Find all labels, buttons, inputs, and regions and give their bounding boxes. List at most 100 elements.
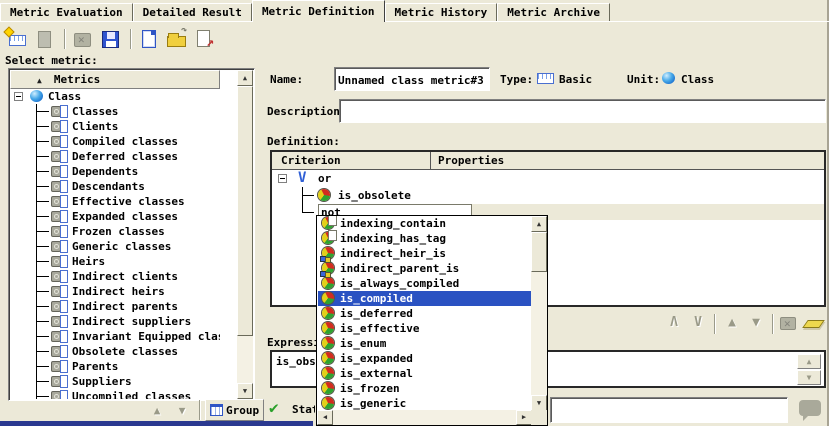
tree-item[interactable]: Effective classes: [10, 194, 220, 209]
tree-item[interactable]: Indirect clients: [10, 269, 220, 284]
move-metric-down-button: ▼: [171, 401, 193, 421]
tree-item[interactable]: Expanded classes: [10, 209, 220, 224]
scroll-right-icon[interactable]: ▶: [516, 410, 532, 425]
definition-label: Definition:: [267, 135, 340, 148]
dropdown-item[interactable]: is_deferred: [318, 306, 532, 321]
dropdown-vertical-scrollbar[interactable]: ▲ ▼: [531, 216, 547, 411]
collapse-icon[interactable]: [278, 174, 287, 183]
tree-item[interactable]: Heirs: [10, 254, 220, 269]
scroll-down-icon[interactable]: ▼: [237, 383, 253, 399]
tree-connector: [302, 187, 314, 204]
dropdown-item[interactable]: is_effective: [318, 321, 532, 336]
dropdown-item[interactable]: is_always_compiled: [318, 276, 532, 291]
tree-connector: [36, 344, 49, 359]
type-label: Type:: [500, 73, 533, 86]
new-metric-icon[interactable]: [4, 27, 30, 51]
properties-column-header[interactable]: Properties: [438, 154, 504, 167]
scroll-up-icon[interactable]: ▲: [237, 70, 253, 86]
window-bottom-border: [0, 421, 313, 426]
scroll-down-icon[interactable]: ▼: [531, 395, 547, 411]
description-input[interactable]: [340, 100, 825, 122]
tree-column-header[interactable]: ▲Metrics: [10, 70, 220, 89]
locked-metric-icon: [51, 150, 68, 163]
status-label: Status: [292, 403, 315, 416]
open-metric-file-icon[interactable]: [164, 27, 190, 51]
eraser-icon[interactable]: [802, 313, 826, 335]
scroll-up-icon[interactable]: ▲: [531, 216, 547, 232]
criterion-row-or[interactable]: V or: [272, 170, 824, 187]
criterion-list: indexing_contain indexing_has_tag indire…: [318, 216, 532, 411]
criterion-pie-icon: [322, 337, 335, 350]
scroll-left-icon[interactable]: ◀: [317, 410, 333, 425]
locked-metric-icon: [51, 285, 68, 298]
tree-root-class[interactable]: Class: [10, 89, 220, 104]
tree-connector: [36, 134, 49, 149]
criterion-column-header[interactable]: Criterion: [281, 154, 341, 167]
locked-metric-icon: [51, 270, 68, 283]
metric-name-input[interactable]: [335, 68, 489, 90]
scrollbar-thumb[interactable]: [531, 232, 547, 272]
tree-items: Classes Clients Compiled classes: [10, 104, 220, 399]
dropdown-item[interactable]: is_enum: [318, 336, 532, 351]
tree-item[interactable]: Parents: [10, 359, 220, 374]
tab[interactable]: Metric Evaluation: [0, 3, 133, 22]
tree-connector: [36, 329, 49, 344]
tree-item[interactable]: Generic classes: [10, 239, 220, 254]
locked-metric-icon: [51, 315, 68, 328]
tab[interactable]: Metric Archive: [497, 3, 610, 22]
new-metric-file-icon[interactable]: [136, 27, 162, 51]
save-metric-icon[interactable]: [98, 27, 124, 51]
class-unit-icon: [30, 90, 43, 102]
export-metric-icon[interactable]: [192, 27, 218, 51]
tree-item[interactable]: Classes: [10, 104, 220, 119]
tree-connector: [36, 254, 49, 269]
group-toggle-button[interactable]: Group: [205, 399, 264, 421]
dropdown-horizontal-scrollbar[interactable]: ◀ ▶: [317, 410, 532, 425]
tree-connector: [36, 224, 49, 239]
dropdown-item[interactable]: is_expanded: [318, 351, 532, 366]
tree-connector: [36, 374, 49, 389]
criterion-pie-icon: [322, 397, 335, 410]
tree-item[interactable]: Dependents: [10, 164, 220, 179]
criterion-row-is-obsolete[interactable]: is_obsolete: [272, 187, 824, 204]
logic-and-icon: Λ: [662, 313, 686, 335]
dropdown-item[interactable]: indexing_has_tag: [318, 231, 532, 246]
tab[interactable]: Metric Definition: [252, 0, 385, 22]
criterion-pie-icon: [322, 382, 335, 395]
tree-item[interactable]: Clients: [10, 119, 220, 134]
collapse-icon[interactable]: [14, 92, 23, 101]
dropdown-item[interactable]: indirect_parent_is: [318, 261, 532, 276]
tree-item[interactable]: Indirect parents: [10, 299, 220, 314]
tree-item[interactable]: Uncompiled classes: [10, 389, 220, 399]
dropdown-item[interactable]: indirect_heir_is: [318, 246, 532, 261]
tree-connector: [36, 269, 49, 284]
tree-connector: [36, 284, 49, 299]
tree-item[interactable]: Frozen classes: [10, 224, 220, 239]
tree-item[interactable]: Compiled classes: [10, 134, 220, 149]
tree-item[interactable]: Deferred classes: [10, 149, 220, 164]
tree-item[interactable]: Invariant Equipped classes: [10, 329, 220, 344]
status-input[interactable]: [551, 398, 787, 422]
dropdown-item[interactable]: is_compiled: [318, 291, 532, 306]
tree-item[interactable]: Indirect suppliers: [10, 314, 220, 329]
dropdown-item[interactable]: is_external: [318, 366, 532, 381]
dropdown-item[interactable]: indexing_contain: [318, 216, 532, 231]
tab[interactable]: Detailed Result: [133, 3, 252, 22]
tree-item[interactable]: Indirect heirs: [10, 284, 220, 299]
metric-toolbar: [4, 25, 220, 53]
dropdown-item[interactable]: is_frozen: [318, 381, 532, 396]
tab[interactable]: Metric History: [385, 3, 498, 22]
tree-scrollbar[interactable]: ▲ ▼: [237, 70, 253, 399]
criterion-pie-icon: [322, 292, 335, 305]
criterion-toolbar: Λ V ▲ ▼: [640, 312, 826, 336]
tree-item[interactable]: Obsolete classes: [10, 344, 220, 359]
dropdown-item[interactable]: is_generic: [318, 396, 532, 411]
comment-bubble-icon: [799, 400, 821, 416]
tree-item[interactable]: Suppliers: [10, 374, 220, 389]
tree-item[interactable]: Descendants: [10, 179, 220, 194]
sort-ascending-icon: ▲: [37, 76, 42, 85]
criterion-pie-icon: [322, 232, 335, 245]
scrollbar-thumb[interactable]: [237, 86, 253, 336]
metric-tree-panel: ▲Metrics Class Classes Clients: [8, 68, 255, 401]
criterion-pie-icon: [322, 307, 335, 320]
